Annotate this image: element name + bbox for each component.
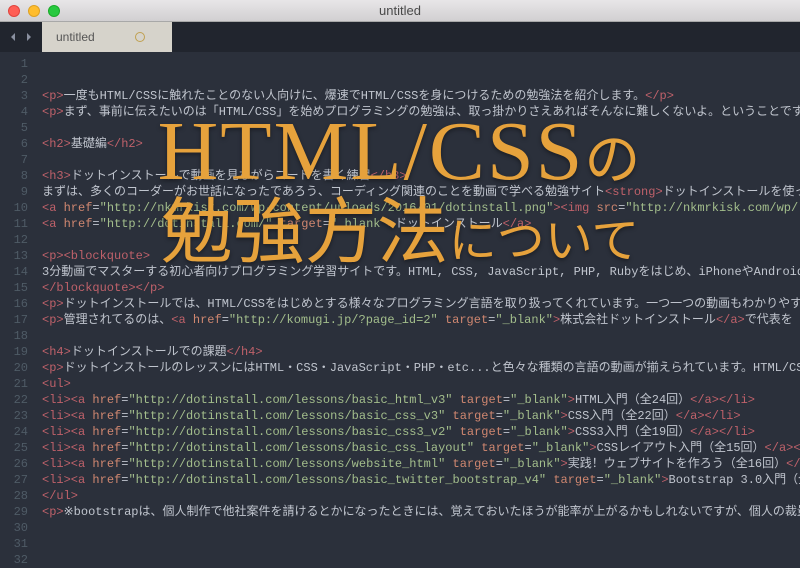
dirty-indicator-icon (135, 32, 145, 42)
code-line[interactable]: <h2>基礎編</h2> (42, 136, 800, 152)
line-number: 21 (10, 376, 28, 392)
code-line[interactable]: <p>まず、事前に伝えたいのは「HTML/CSS」を始めプログラミングの勉強は、… (42, 104, 800, 120)
code-line[interactable] (42, 152, 800, 168)
code-line[interactable]: <p>ドットインストールでは、HTML/CSSをはじめとする様々なプログラミング… (42, 296, 800, 312)
line-number: 24 (10, 424, 28, 440)
code-line[interactable]: </blockquote></p> (42, 280, 800, 296)
code-line[interactable]: <li><a href="http://dotinstall.com/lesso… (42, 440, 800, 456)
line-number: 1 (10, 56, 28, 72)
line-number: 32 (10, 552, 28, 568)
tab-bar: untitled (0, 22, 800, 52)
code-line[interactable]: <li><a href="http://dotinstall.com/lesso… (42, 424, 800, 440)
code-line[interactable] (42, 328, 800, 344)
line-number: 14 (10, 264, 28, 280)
line-number: 2 (10, 72, 28, 88)
code-line[interactable] (42, 232, 800, 248)
code-line[interactable]: <h3>ドットインストールで動画を見ながらコードを書く練習</h3> (42, 168, 800, 184)
code-line[interactable]: <li><a href="http://dotinstall.com/lesso… (42, 456, 800, 472)
code-line[interactable]: <li><a href="http://dotinstall.com/lesso… (42, 472, 800, 488)
code-content[interactable]: <p>一度もHTML/CSSに触れたことのない人向けに、爆速でHTML/CSSを… (36, 52, 800, 534)
line-number: 13 (10, 248, 28, 264)
code-line[interactable]: <p><blockquote> (42, 248, 800, 264)
line-number: 4 (10, 104, 28, 120)
code-line[interactable]: まずは、多くのコーダーがお世話になったであろう、コーディング関連のことを動画で学… (42, 184, 800, 200)
line-number: 5 (10, 120, 28, 136)
code-line[interactable]: <ul> (42, 376, 800, 392)
line-number: 12 (10, 232, 28, 248)
code-line[interactable] (42, 520, 800, 534)
nav-forward-icon[interactable] (22, 30, 36, 44)
line-number: 19 (10, 344, 28, 360)
code-line[interactable]: <h4>ドットインストールでの課題</h4> (42, 344, 800, 360)
line-number: 6 (10, 136, 28, 152)
line-number: 17 (10, 312, 28, 328)
code-line[interactable]: <p>一度もHTML/CSSに触れたことのない人向けに、爆速でHTML/CSSを… (42, 88, 800, 104)
code-line[interactable]: <p>管理されてるのは、<a href="http://komugi.jp/?p… (42, 312, 800, 328)
line-number: 23 (10, 408, 28, 424)
line-number: 16 (10, 296, 28, 312)
file-tab[interactable]: untitled (42, 22, 172, 52)
line-number: 11 (10, 216, 28, 232)
line-gutter: 1234567891011121314151617181920212223242… (0, 52, 36, 534)
line-number: 29 (10, 504, 28, 520)
window-titlebar: untitled (0, 0, 800, 22)
line-number: 18 (10, 328, 28, 344)
line-number: 28 (10, 488, 28, 504)
line-number: 3 (10, 88, 28, 104)
line-number: 15 (10, 280, 28, 296)
line-number: 8 (10, 168, 28, 184)
line-number: 25 (10, 440, 28, 456)
code-line[interactable]: <li><a href="http://dotinstall.com/lesso… (42, 392, 800, 408)
code-line[interactable] (42, 120, 800, 136)
tab-label: untitled (56, 30, 95, 44)
line-number: 20 (10, 360, 28, 376)
line-number: 26 (10, 456, 28, 472)
code-line[interactable]: <a href="http://dotinstall.com/" target=… (42, 216, 800, 232)
line-number: 22 (10, 392, 28, 408)
code-line[interactable]: <li><a href="http://dotinstall.com/lesso… (42, 408, 800, 424)
window-title: untitled (0, 3, 800, 18)
code-line[interactable]: </ul> (42, 488, 800, 504)
code-line[interactable]: <a href="http://nkmrkisk.com/wp-content/… (42, 200, 800, 216)
line-number: 31 (10, 536, 28, 552)
line-number: 10 (10, 200, 28, 216)
code-line[interactable]: <p>※bootstrapは、個人制作で他社案件を請けるとかになったときには、覚… (42, 504, 800, 520)
code-line[interactable]: <p>ドットインストールのレッスンにはHTML・CSS・JavaScript・P… (42, 360, 800, 376)
nav-back-icon[interactable] (6, 30, 20, 44)
line-number: 9 (10, 184, 28, 200)
code-editor[interactable]: 1234567891011121314151617181920212223242… (0, 52, 800, 534)
code-line[interactable] (42, 72, 800, 88)
line-number: 7 (10, 152, 28, 168)
code-line[interactable]: 3分動画でマスターする初心者向けプログラミング学習サイトです。HTML, CSS… (42, 264, 800, 280)
code-line[interactable] (42, 56, 800, 72)
line-number: 27 (10, 472, 28, 488)
